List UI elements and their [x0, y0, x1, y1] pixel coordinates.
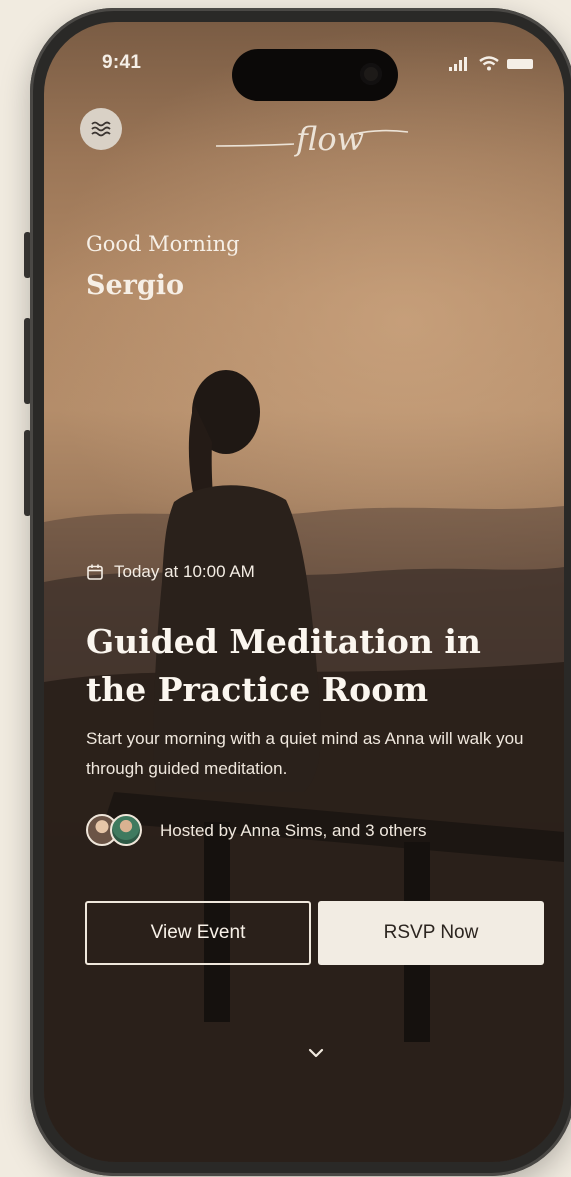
- page: 9:41 flow Good Morning Sergio Today at 1…: [0, 0, 571, 1177]
- event-description: Start your morning with a quiet mind as …: [86, 729, 524, 778]
- waves-icon: [91, 121, 111, 137]
- flow-logo: flow: [215, 120, 409, 158]
- dynamic-island: [232, 49, 398, 101]
- front-camera: [360, 63, 382, 85]
- background-scene: [44, 370, 564, 1162]
- signal-icon: [449, 56, 467, 71]
- hosts-text: Hosted by Anna Sims, and 3 others: [160, 821, 427, 840]
- wifi-icon: [479, 56, 499, 71]
- event-time: Today at 10:00 AM: [86, 562, 255, 582]
- app-screen: 9:41 flow Good Morning Sergio Today at 1…: [44, 22, 564, 1162]
- logo-text: flow: [294, 120, 364, 158]
- view-event-button[interactable]: View Event: [85, 901, 311, 965]
- avatar: [110, 814, 142, 846]
- event-time-label: Today at 10:00 AM: [114, 562, 255, 581]
- greeting-user-name: Sergio: [86, 270, 185, 301]
- status-icons: [449, 56, 535, 71]
- host-avatars: [86, 814, 148, 848]
- status-time: 9:41: [102, 52, 142, 73]
- event-title: Guided Meditation in the Practice Room: [86, 622, 481, 709]
- calendar-icon: [87, 564, 103, 580]
- menu-button[interactable]: [80, 108, 122, 150]
- rsvp-button[interactable]: RSVP Now: [318, 901, 544, 965]
- battery-icon: [507, 58, 533, 69]
- event-hosts: Hosted by Anna Sims, and 3 others: [86, 814, 427, 848]
- greeting-salutation: Good Morning: [86, 232, 240, 256]
- chevron-down-icon[interactable]: [306, 1046, 326, 1060]
